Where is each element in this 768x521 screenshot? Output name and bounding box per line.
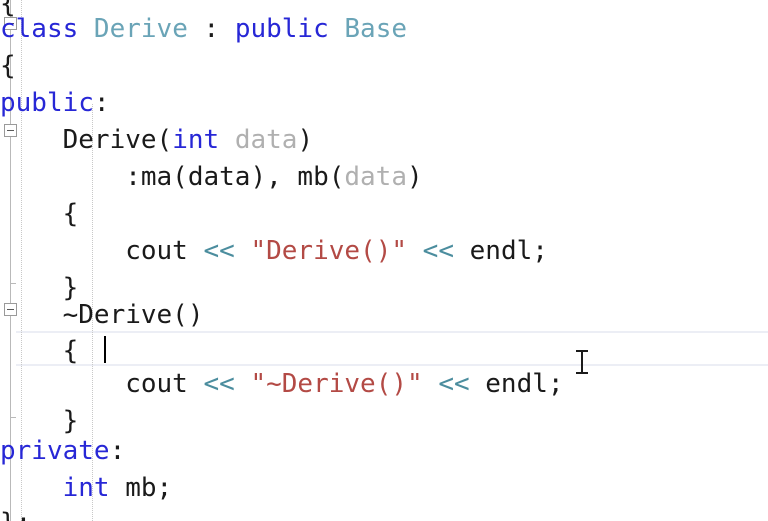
code-token: int <box>62 473 110 503</box>
code-line[interactable]: public: <box>0 85 768 122</box>
code-line[interactable]: { <box>0 196 768 233</box>
code-token: ) <box>407 162 423 192</box>
code-line[interactable]: cout << "Derive()" << endl; <box>0 233 768 270</box>
code-token: Derive( <box>0 125 173 155</box>
code-line[interactable]: { <box>0 333 768 370</box>
code-token: endl; <box>453 236 548 266</box>
code-token: "~Derive()" <box>250 369 423 399</box>
code-token: "Derive()" <box>250 236 408 266</box>
code-token: Derive <box>93 14 188 44</box>
code-token: { <box>0 199 79 229</box>
code-token: endl; <box>469 369 564 399</box>
code-token: << <box>438 369 470 399</box>
code-token: private <box>0 436 110 466</box>
code-token: } <box>0 406 79 436</box>
mouse-ibeam-cursor <box>576 350 588 374</box>
code-token: Base <box>344 14 408 44</box>
code-line[interactable]: { <box>0 48 768 85</box>
code-token: class <box>0 14 94 44</box>
code-token: public <box>234 14 345 44</box>
code-token: : <box>109 436 126 466</box>
code-token: data <box>344 162 407 192</box>
code-token: :ma(data), mb( <box>0 162 345 192</box>
code-token: { <box>0 51 16 81</box>
code-token: : <box>187 14 235 44</box>
code-line[interactable]: }; <box>0 505 768 521</box>
code-token: << <box>203 236 235 266</box>
text-caret <box>104 336 106 363</box>
code-line[interactable]: int mb; <box>0 470 768 507</box>
code-token: cout <box>0 369 204 399</box>
code-token: public <box>0 88 94 118</box>
code-token: { <box>0 336 79 366</box>
code-token: ) <box>297 125 314 155</box>
code-token: cout <box>0 236 204 266</box>
code-line[interactable]: private: <box>0 433 768 470</box>
code-token: : <box>93 88 110 118</box>
code-token: << <box>203 369 235 399</box>
code-line[interactable]: Derive(int data) <box>0 122 768 159</box>
code-editor-canvas[interactable]: {class Derive : public Base{public: Deri… <box>0 0 768 521</box>
code-line[interactable]: cout << "~Derive()" << endl; <box>0 366 768 403</box>
code-line[interactable]: class Derive : public Base <box>0 11 768 48</box>
code-token: int <box>172 125 220 155</box>
code-token: }; <box>0 508 31 521</box>
code-token: ~Derive() <box>0 300 204 330</box>
code-line[interactable]: ~Derive() <box>0 297 768 334</box>
code-token: data <box>234 125 298 155</box>
code-token: << <box>422 236 454 266</box>
code-token: mb; <box>109 473 173 503</box>
code-line[interactable]: :ma(data), mb(data) <box>0 159 768 196</box>
